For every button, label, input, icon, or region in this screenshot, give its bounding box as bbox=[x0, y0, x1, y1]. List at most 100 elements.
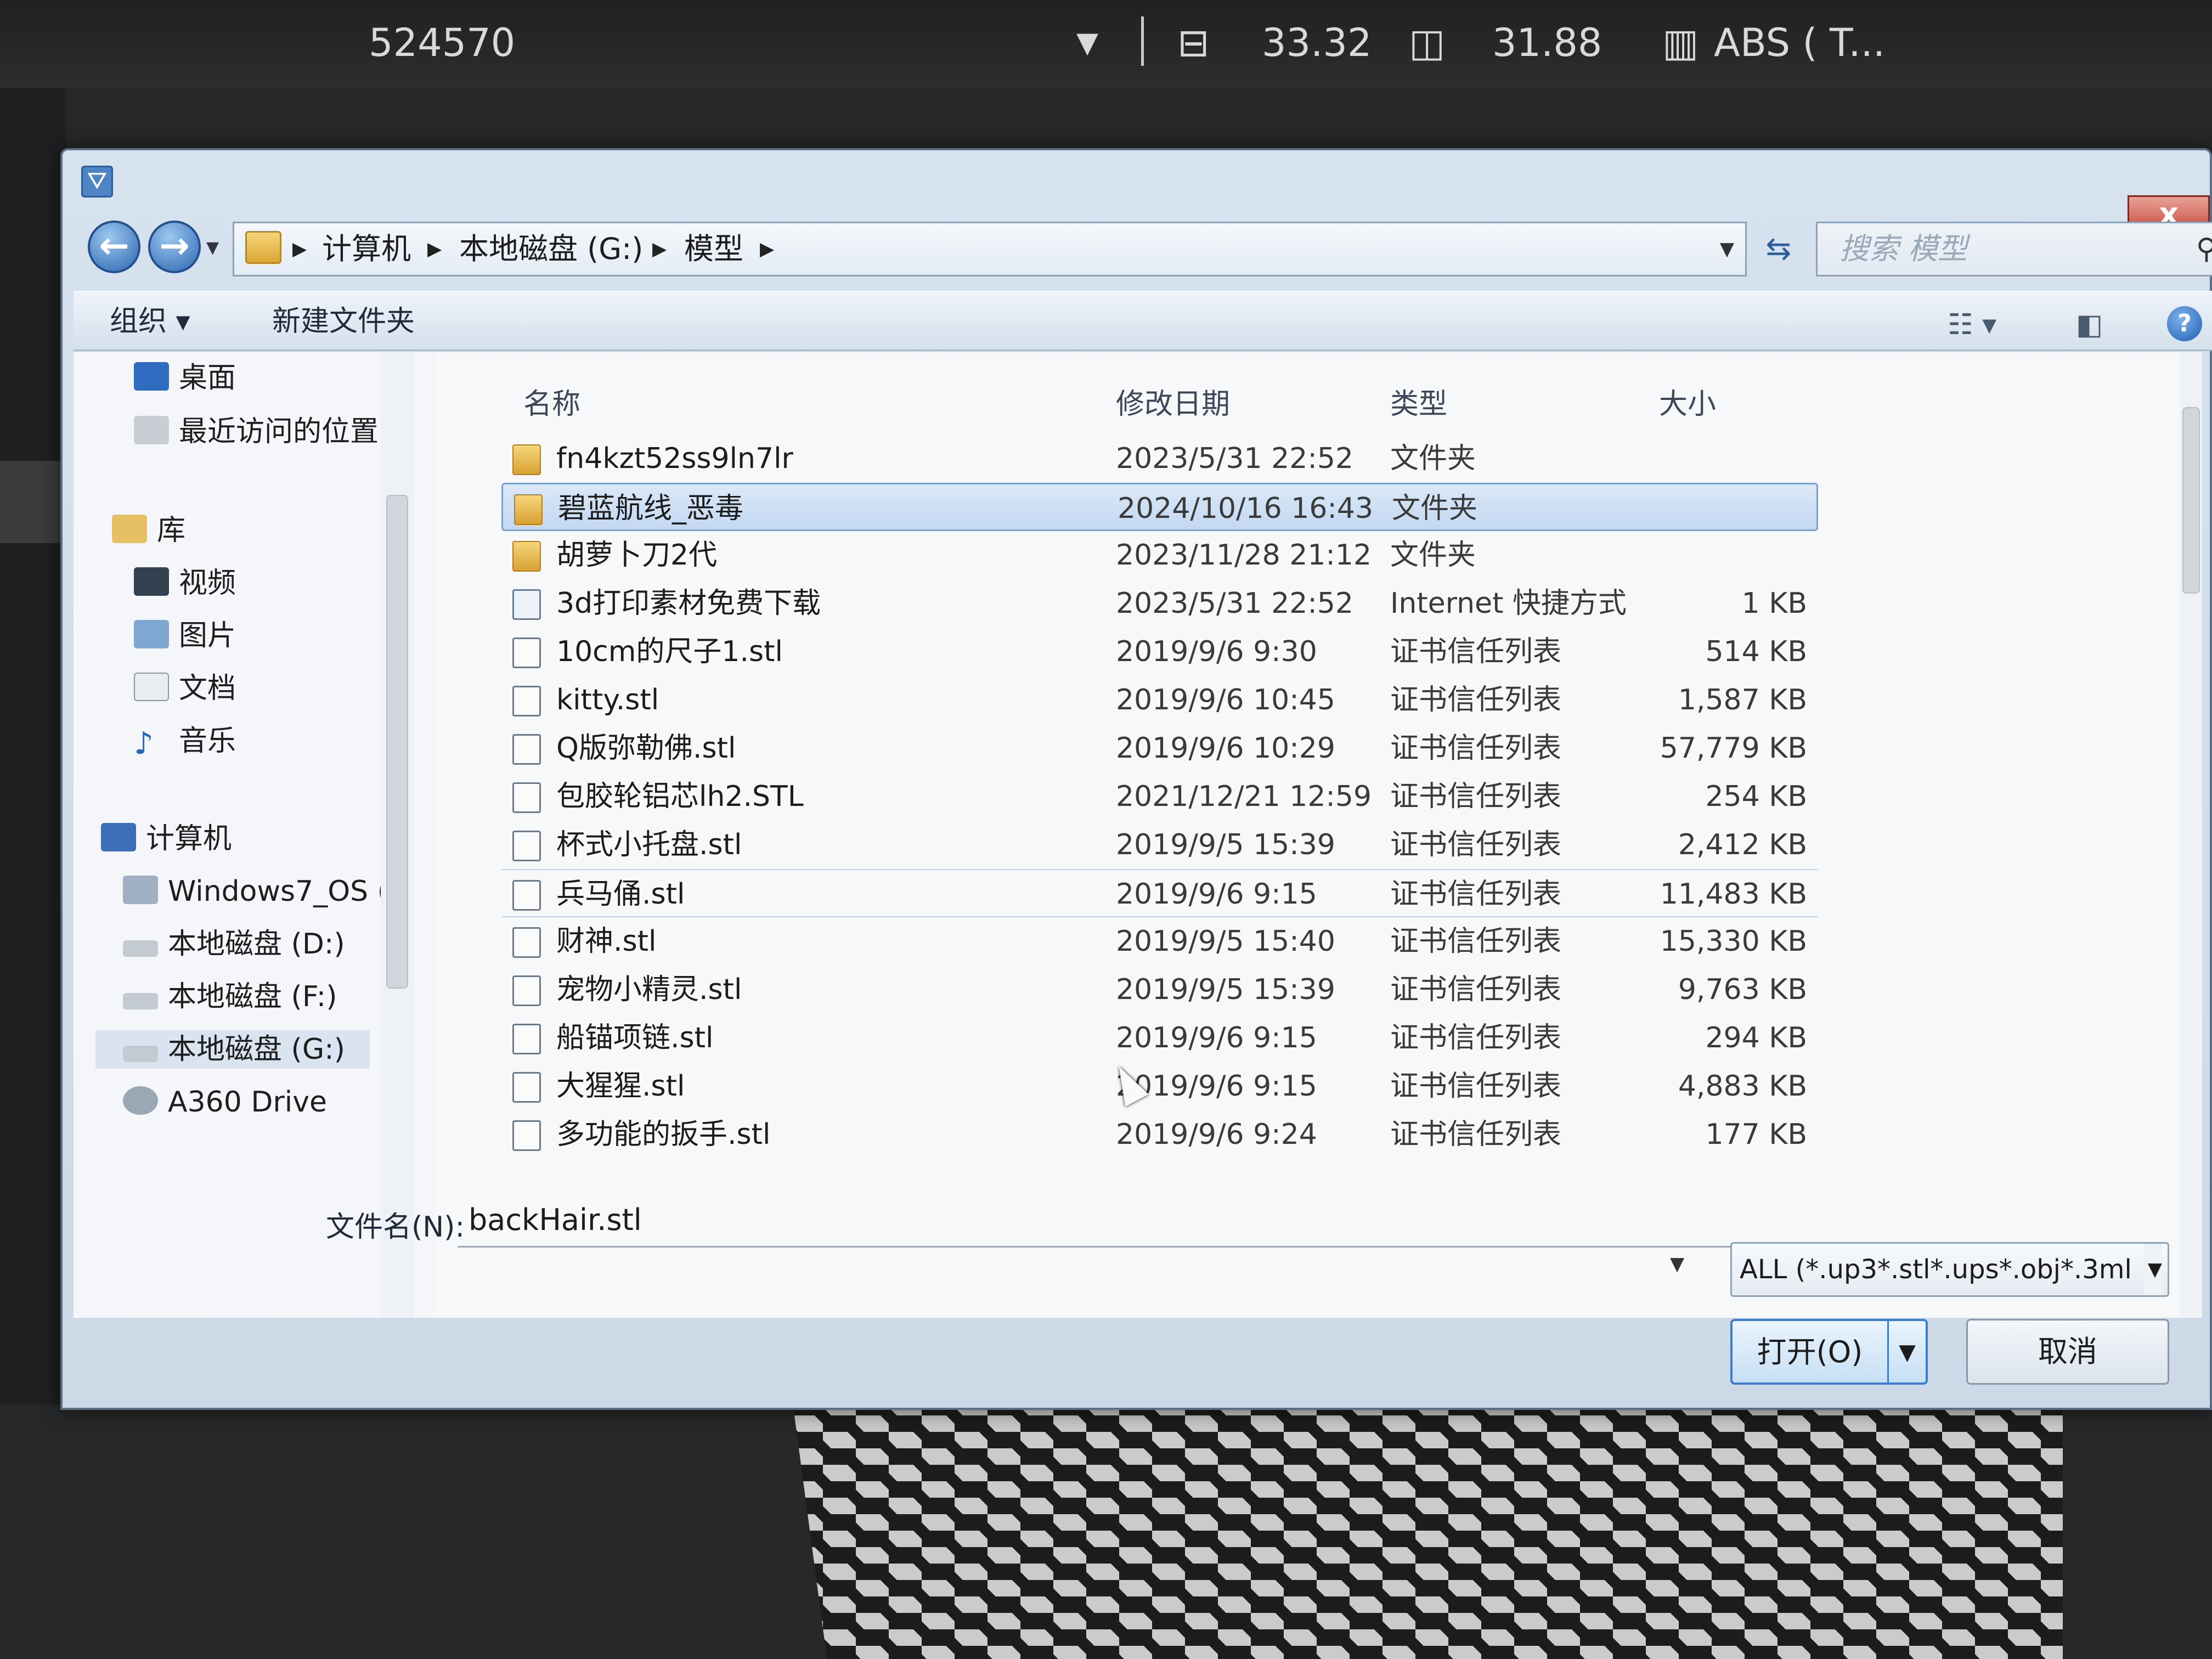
shortcut-icon bbox=[512, 589, 541, 620]
nav-item-a360-drive[interactable]: A360 Drive bbox=[123, 1083, 327, 1121]
file-row[interactable]: Q版弥勒佛.stl 2019/9/6 10:29 证书信任列表 57,779 KB bbox=[501, 724, 1818, 772]
nav-item-computer[interactable]: 计算机 bbox=[101, 820, 232, 858]
view-options-icon[interactable]: ☷ ▾ bbox=[1948, 308, 1996, 341]
nav-item-label: 本地磁盘 (F:) bbox=[168, 980, 337, 1013]
drive-icon bbox=[123, 993, 158, 1009]
filename-input[interactable]: backHair.stl bbox=[458, 1193, 1785, 1248]
file-row[interactable]: 多功能的扳手.stl 2019/9/6 9:24 证书信任列表 177 KB bbox=[501, 1110, 1818, 1159]
file-size: 294 KB bbox=[1705, 1022, 1807, 1054]
nav-item-libraries[interactable]: 库 bbox=[112, 511, 185, 550]
scrollbar-thumb[interactable] bbox=[386, 495, 408, 989]
search-icon[interactable]: ⚲ bbox=[2196, 223, 2212, 275]
column-header-size[interactable]: 大小 bbox=[1659, 381, 1716, 422]
nav-item-music[interactable]: ♪ 音乐 bbox=[134, 722, 236, 760]
nav-item-drive-g[interactable]: 本地磁盘 (G:) bbox=[95, 1030, 370, 1069]
file-name: 兵马俑.stl bbox=[556, 878, 685, 911]
material-label[interactable]: ABS ( T... bbox=[1714, 21, 1885, 65]
breadcrumb-drive-g[interactable]: 本地磁盘 (G:) bbox=[459, 223, 643, 275]
file-name: 船锚项链.stl bbox=[556, 1022, 714, 1054]
nav-item-desktop[interactable]: 桌面 bbox=[134, 359, 236, 397]
file-row[interactable]: 财神.stl 2019/9/5 15:40 证书信任列表 15,330 KB bbox=[501, 917, 1818, 966]
chevron-down-icon[interactable]: ▼ bbox=[2143, 1244, 2162, 1295]
breadcrumb-models[interactable]: 模型 bbox=[684, 223, 743, 275]
file-name: fn4kzt52ss9ln7lr bbox=[556, 442, 793, 475]
preview-pane-icon[interactable]: ◧ bbox=[2076, 308, 2103, 341]
nav-item-pictures[interactable]: 图片 bbox=[134, 617, 236, 655]
nav-item-recent-places[interactable]: 最近访问的位置 bbox=[134, 413, 379, 451]
history-dropdown-icon[interactable]: ▼ bbox=[206, 238, 219, 257]
filename-label: 文件名(N): bbox=[326, 1211, 465, 1244]
file-date: 2019/9/5 15:40 bbox=[1116, 925, 1335, 958]
cancel-button[interactable]: 取消 bbox=[1966, 1319, 2169, 1385]
back-button[interactable]: ← bbox=[88, 221, 140, 273]
file-type: 证书信任列表 bbox=[1390, 1118, 1562, 1151]
help-icon[interactable]: ? bbox=[2167, 306, 2202, 341]
folder-icon bbox=[514, 494, 543, 525]
file-date: 2023/11/28 21:12 bbox=[1116, 539, 1372, 572]
material-icon: ▥ bbox=[1662, 20, 1699, 65]
drive-icon bbox=[123, 1046, 158, 1062]
address-bar[interactable]: ▶ 计算机 ▶ 本地磁盘 (G:) ▶ 模型 ▶ ▼ bbox=[233, 222, 1747, 276]
organize-button[interactable]: 组织 ▾ bbox=[110, 304, 190, 339]
file-name: 碧蓝航线_恶毒 bbox=[558, 492, 744, 525]
file-type: 证书信任列表 bbox=[1390, 684, 1562, 716]
new-folder-button[interactable]: 新建文件夹 bbox=[272, 304, 415, 339]
file-row[interactable]: 船锚项链.stl 2019/9/6 9:15 证书信任列表 294 KB bbox=[501, 1014, 1818, 1062]
file-row[interactable]: 大猩猩.stl 2019/9/6 9:15 证书信任列表 4,883 KB bbox=[501, 1062, 1818, 1110]
filename-dropdown-icon[interactable]: ▼ bbox=[1670, 1253, 1684, 1275]
search-input[interactable]: 搜索 模型 ⚲ bbox=[1816, 222, 2212, 276]
file-name: 宠物小精灵.stl bbox=[556, 973, 742, 1006]
recent-places-icon bbox=[134, 416, 169, 444]
file-row[interactable]: 宠物小精灵.stl 2019/9/5 15:39 证书信任列表 9,763 KB bbox=[501, 966, 1818, 1014]
file-size: 514 KB bbox=[1705, 635, 1807, 668]
app-status-bar: 524570 ▼ ⊟ 33.32 ◫ 31.88 ▥ ABS ( T... bbox=[0, 0, 2212, 88]
file-list-scrollbar[interactable] bbox=[2180, 352, 2202, 1318]
nav-item-label: 库 bbox=[157, 514, 186, 547]
forward-button[interactable]: → bbox=[148, 221, 201, 273]
file-size: 254 KB bbox=[1705, 780, 1807, 813]
file-row[interactable]: 杯式小托盘.stl 2019/9/5 15:39 证书信任列表 2,412 KB bbox=[501, 821, 1818, 869]
chevron-right-icon[interactable]: ▶ bbox=[760, 223, 774, 275]
chevron-right-icon[interactable]: ▶ bbox=[652, 223, 667, 275]
file-row[interactable]: fn4kzt52ss9ln7lr 2023/5/31 22:52 文件夹 bbox=[501, 435, 1818, 483]
file-size: 9,763 KB bbox=[1678, 973, 1807, 1006]
open-button-label: 打开(O) bbox=[1757, 1335, 1863, 1369]
file-size: 11,483 KB bbox=[1660, 878, 1807, 911]
open-options-dropdown-icon[interactable]: ▼ bbox=[1887, 1321, 1926, 1383]
file-name: 杯式小托盘.stl bbox=[556, 828, 742, 861]
nav-item-videos[interactable]: 视频 bbox=[134, 564, 236, 602]
file-row[interactable]: kitty.stl 2019/9/6 10:45 证书信任列表 1,587 KB bbox=[501, 676, 1818, 724]
file-row[interactable]: 碧蓝航线_恶毒 2024/10/16 16:43 文件夹 bbox=[501, 483, 1818, 531]
file-type: 证书信任列表 bbox=[1390, 973, 1562, 1006]
nav-item-documents[interactable]: 文档 bbox=[134, 669, 236, 708]
nav-item-drive-f[interactable]: 本地磁盘 (F:) bbox=[123, 978, 337, 1016]
nav-item-windows7-os[interactable]: Windows7_OS ( bbox=[123, 872, 388, 911]
refresh-icon[interactable]: ⇆ bbox=[1752, 223, 1805, 275]
column-header-type[interactable]: 类型 bbox=[1390, 381, 1447, 422]
open-file-dialog: ⛛ x ← → ▼ ▶ 计算机 ▶ 本地磁盘 (G:) ▶ 模型 ▶ ▼ ⇆ 搜… bbox=[60, 148, 2212, 1410]
breadcrumb-computer[interactable]: 计算机 bbox=[322, 223, 411, 275]
file-type-filter[interactable]: ALL (*.up3*.stl*.ups*.obj*.3ml ▼ bbox=[1730, 1242, 2169, 1297]
nav-item-label: 桌面 bbox=[179, 362, 236, 394]
file-row[interactable]: 10cm的尺子1.stl 2019/9/6 9:30 证书信任列表 514 KB bbox=[501, 628, 1818, 676]
chevron-right-icon[interactable]: ▶ bbox=[292, 223, 307, 275]
file-name: 大猩猩.stl bbox=[556, 1070, 685, 1103]
file-row[interactable]: 胡萝卜刀2代 2023/11/28 21:12 文件夹 bbox=[501, 531, 1818, 579]
stl-file-icon bbox=[512, 880, 541, 911]
file-row[interactable]: 兵马俑.stl 2019/9/6 9:15 证书信任列表 11,483 KB bbox=[501, 869, 1818, 917]
folder-icon bbox=[512, 541, 541, 572]
chevron-right-icon[interactable]: ▶ bbox=[427, 223, 442, 275]
nav-scrollbar[interactable] bbox=[381, 352, 414, 1318]
nav-item-drive-d[interactable]: 本地磁盘 (D:) bbox=[123, 925, 345, 963]
navigation-pane: 桌面 最近访问的位置 库 视频 图片 文档 ♪ 音乐 计算机 Windows7_O… bbox=[74, 352, 436, 1318]
file-row[interactable]: 包胶轮铝芯lh2.STL 2021/12/21 12:59 证书信任列表 254 KB bbox=[501, 772, 1818, 821]
open-button[interactable]: 打开(O) ▼ bbox=[1730, 1319, 1928, 1385]
dropdown-arrow-icon[interactable]: ▼ bbox=[1076, 21, 1098, 65]
address-dropdown-icon[interactable]: ▼ bbox=[1720, 223, 1734, 275]
scrollbar-thumb[interactable] bbox=[2182, 407, 2200, 594]
column-header-name[interactable]: 名称 bbox=[523, 381, 580, 422]
nav-item-label: 图片 bbox=[179, 619, 236, 652]
nav-item-label: 最近访问的位置 bbox=[179, 415, 379, 448]
file-row[interactable]: 3d打印素材免费下载 2023/5/31 22:52 Internet 快捷方式 1 … bbox=[501, 579, 1818, 628]
column-header-date[interactable]: 修改日期 bbox=[1116, 381, 1230, 422]
